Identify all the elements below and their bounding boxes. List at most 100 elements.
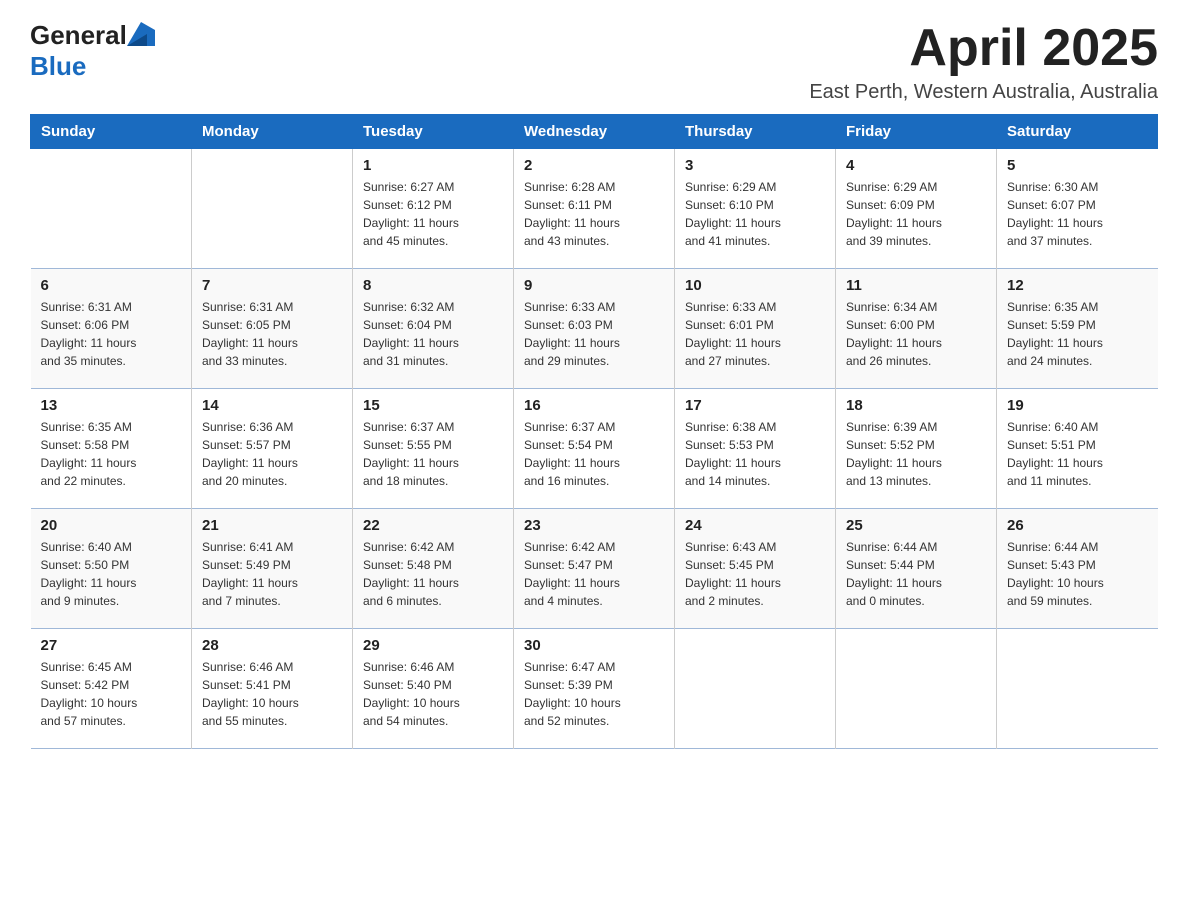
day-info: Sunrise: 6:35 AM Sunset: 5:59 PM Dayligh… (1007, 298, 1148, 370)
page-header: General Blue April 2025 East Perth, West… (30, 20, 1158, 104)
day-info: Sunrise: 6:34 AM Sunset: 6:00 PM Dayligh… (846, 298, 986, 370)
day-info: Sunrise: 6:46 AM Sunset: 5:40 PM Dayligh… (363, 658, 503, 730)
calendar-cell: 13 Sunrise: 6:35 AM Sunset: 5:58 PM Dayli… (31, 389, 192, 509)
day-number: 21 (202, 517, 342, 534)
calendar-cell: 11Sunrise: 6:34 AM Sunset: 6:00 PM Dayli… (836, 269, 997, 389)
calendar-cell: 2Sunrise: 6:28 AM Sunset: 6:11 PM Daylig… (514, 149, 675, 269)
day-info: Sunrise: 6:44 AM Sunset: 5:44 PM Dayligh… (846, 538, 986, 610)
calendar-cell: 8Sunrise: 6:32 AM Sunset: 6:04 PM Daylig… (353, 269, 514, 389)
calendar-cell (31, 149, 192, 269)
day-number: 6 (41, 277, 182, 294)
weekday-header-monday: Monday (192, 115, 353, 149)
calendar-cell (836, 629, 997, 749)
calendar-cell: 28 Sunrise: 6:46 AM Sunset: 5:41 PM Dayli… (192, 629, 353, 749)
day-number: 23 (524, 517, 664, 534)
day-info: Sunrise: 6:43 AM Sunset: 5:45 PM Dayligh… (685, 538, 825, 610)
calendar-cell: 10 Sunrise: 6:33 AM Sunset: 6:01 PM Dayli… (675, 269, 836, 389)
calendar-cell: 6 Sunrise: 6:31 AM Sunset: 6:06 PM Daylig… (31, 269, 192, 389)
day-info: Sunrise: 6:33 AM Sunset: 6:03 PM Dayligh… (524, 298, 664, 370)
day-number: 29 (363, 637, 503, 654)
calendar-week-row: 20 Sunrise: 6:40 AM Sunset: 5:50 PM Dayli… (31, 509, 1158, 629)
calendar-cell: 1Sunrise: 6:27 AM Sunset: 6:12 PM Daylig… (353, 149, 514, 269)
calendar-cell (997, 629, 1158, 749)
calendar-cell: 19 Sunrise: 6:40 AM Sunset: 5:51 PM Dayli… (997, 389, 1158, 509)
weekday-header-sunday: Sunday (31, 115, 192, 149)
calendar-header-row: SundayMondayTuesdayWednesdayThursdayFrid… (31, 115, 1158, 149)
day-number: 2 (524, 157, 664, 174)
day-number: 18 (846, 397, 986, 414)
day-number: 27 (41, 637, 182, 654)
day-number: 19 (1007, 397, 1148, 414)
calendar-table: SundayMondayTuesdayWednesdayThursdayFrid… (30, 114, 1158, 749)
day-number: 22 (363, 517, 503, 534)
day-info: Sunrise: 6:37 AM Sunset: 5:55 PM Dayligh… (363, 418, 503, 490)
day-info: Sunrise: 6:45 AM Sunset: 5:42 PM Dayligh… (41, 658, 182, 730)
calendar-cell: 30Sunrise: 6:47 AM Sunset: 5:39 PM Dayli… (514, 629, 675, 749)
day-number: 4 (846, 157, 986, 174)
day-number: 28 (202, 637, 342, 654)
day-info: Sunrise: 6:40 AM Sunset: 5:51 PM Dayligh… (1007, 418, 1148, 490)
day-info: Sunrise: 6:35 AM Sunset: 5:58 PM Dayligh… (41, 418, 182, 490)
logo-icon (127, 22, 155, 46)
day-info: Sunrise: 6:46 AM Sunset: 5:41 PM Dayligh… (202, 658, 342, 730)
day-number: 15 (363, 397, 503, 414)
day-number: 14 (202, 397, 342, 414)
day-number: 25 (846, 517, 986, 534)
weekday-header-friday: Friday (836, 115, 997, 149)
day-number: 20 (41, 517, 182, 534)
location-title: East Perth, Western Australia, Australia (809, 81, 1158, 104)
day-number: 10 (685, 277, 825, 294)
calendar-week-row: 6 Sunrise: 6:31 AM Sunset: 6:06 PM Daylig… (31, 269, 1158, 389)
day-info: Sunrise: 6:31 AM Sunset: 6:06 PM Dayligh… (41, 298, 182, 370)
day-info: Sunrise: 6:36 AM Sunset: 5:57 PM Dayligh… (202, 418, 342, 490)
logo-general: General (30, 20, 127, 50)
calendar-cell: 23Sunrise: 6:42 AM Sunset: 5:47 PM Dayli… (514, 509, 675, 629)
day-number: 24 (685, 517, 825, 534)
title-area: April 2025 East Perth, Western Australia… (809, 20, 1158, 104)
calendar-cell: 14 Sunrise: 6:36 AM Sunset: 5:57 PM Dayli… (192, 389, 353, 509)
weekday-header-thursday: Thursday (675, 115, 836, 149)
day-number: 26 (1007, 517, 1148, 534)
day-number: 8 (363, 277, 503, 294)
day-info: Sunrise: 6:44 AM Sunset: 5:43 PM Dayligh… (1007, 538, 1148, 610)
weekday-header-wednesday: Wednesday (514, 115, 675, 149)
day-number: 1 (363, 157, 503, 174)
calendar-week-row: 1Sunrise: 6:27 AM Sunset: 6:12 PM Daylig… (31, 149, 1158, 269)
calendar-cell: 18 Sunrise: 6:39 AM Sunset: 5:52 PM Dayli… (836, 389, 997, 509)
calendar-cell: 22Sunrise: 6:42 AM Sunset: 5:48 PM Dayli… (353, 509, 514, 629)
day-info: Sunrise: 6:39 AM Sunset: 5:52 PM Dayligh… (846, 418, 986, 490)
weekday-header-tuesday: Tuesday (353, 115, 514, 149)
calendar-cell: 4Sunrise: 6:29 AM Sunset: 6:09 PM Daylig… (836, 149, 997, 269)
calendar-cell: 7 Sunrise: 6:31 AM Sunset: 6:05 PM Daylig… (192, 269, 353, 389)
calendar-cell: 3Sunrise: 6:29 AM Sunset: 6:10 PM Daylig… (675, 149, 836, 269)
day-info: Sunrise: 6:37 AM Sunset: 5:54 PM Dayligh… (524, 418, 664, 490)
calendar-cell: 17Sunrise: 6:38 AM Sunset: 5:53 PM Dayli… (675, 389, 836, 509)
day-info: Sunrise: 6:38 AM Sunset: 5:53 PM Dayligh… (685, 418, 825, 490)
day-info: Sunrise: 6:47 AM Sunset: 5:39 PM Dayligh… (524, 658, 664, 730)
calendar-cell: 25 Sunrise: 6:44 AM Sunset: 5:44 PM Dayli… (836, 509, 997, 629)
calendar-cell: 5Sunrise: 6:30 AM Sunset: 6:07 PM Daylig… (997, 149, 1158, 269)
day-number: 13 (41, 397, 182, 414)
day-number: 5 (1007, 157, 1148, 174)
logo-blue: Blue (30, 51, 86, 81)
day-number: 9 (524, 277, 664, 294)
calendar-cell (675, 629, 836, 749)
weekday-header-saturday: Saturday (997, 115, 1158, 149)
month-title: April 2025 (809, 20, 1158, 77)
calendar-cell: 20 Sunrise: 6:40 AM Sunset: 5:50 PM Dayli… (31, 509, 192, 629)
day-info: Sunrise: 6:40 AM Sunset: 5:50 PM Dayligh… (41, 538, 182, 610)
calendar-cell: 12 Sunrise: 6:35 AM Sunset: 5:59 PM Dayli… (997, 269, 1158, 389)
day-number: 7 (202, 277, 342, 294)
calendar-week-row: 13 Sunrise: 6:35 AM Sunset: 5:58 PM Dayli… (31, 389, 1158, 509)
day-info: Sunrise: 6:31 AM Sunset: 6:05 PM Dayligh… (202, 298, 342, 370)
calendar-cell: 21Sunrise: 6:41 AM Sunset: 5:49 PM Dayli… (192, 509, 353, 629)
day-number: 3 (685, 157, 825, 174)
day-number: 16 (524, 397, 664, 414)
calendar-cell: 24 Sunrise: 6:43 AM Sunset: 5:45 PM Dayli… (675, 509, 836, 629)
day-number: 12 (1007, 277, 1148, 294)
calendar-week-row: 27 Sunrise: 6:45 AM Sunset: 5:42 PM Dayli… (31, 629, 1158, 749)
logo: General Blue (30, 20, 155, 82)
logo-text: General Blue (30, 20, 155, 82)
calendar-cell: 16 Sunrise: 6:37 AM Sunset: 5:54 PM Dayli… (514, 389, 675, 509)
day-info: Sunrise: 6:33 AM Sunset: 6:01 PM Dayligh… (685, 298, 825, 370)
